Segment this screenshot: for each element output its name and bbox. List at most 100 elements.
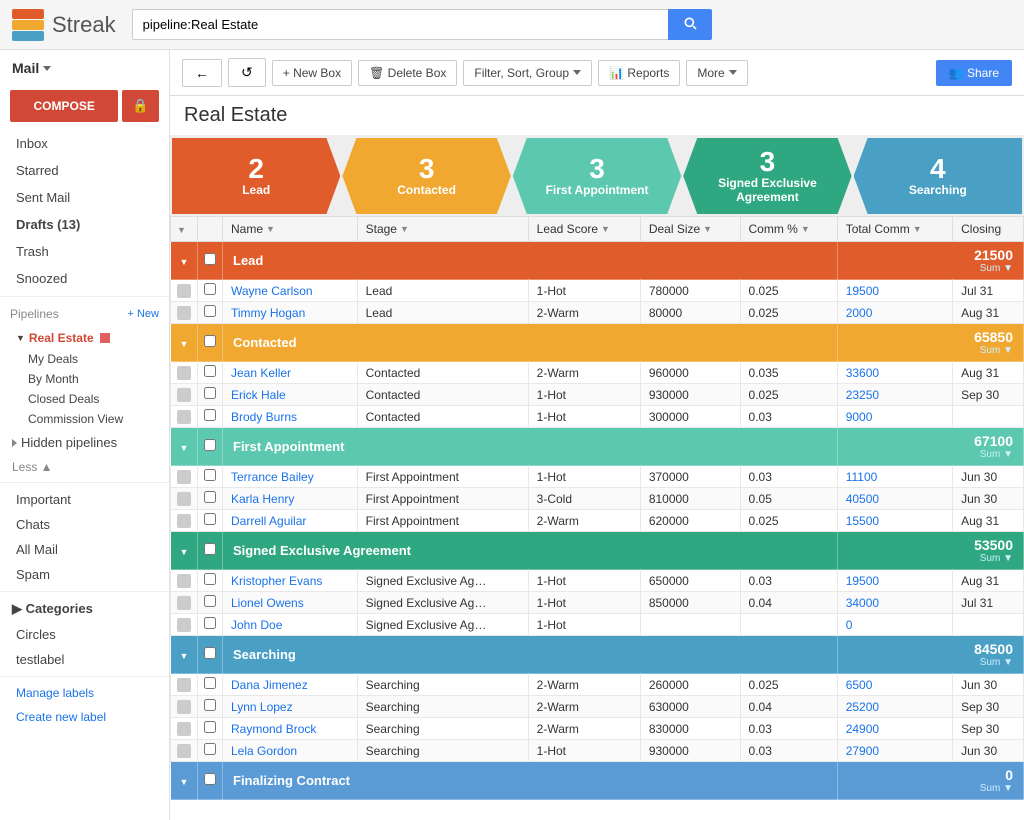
row-name[interactable]: Lela Gordon	[223, 740, 358, 762]
row-expand-icon[interactable]	[171, 718, 198, 740]
group-checkbox-cell[interactable]	[198, 636, 223, 674]
row-expand-icon[interactable]	[171, 280, 198, 302]
stage-searching[interactable]: 4 Searching	[854, 138, 1022, 214]
group-checkbox-cell[interactable]	[198, 428, 223, 466]
hidden-pipelines[interactable]: Hidden pipelines	[0, 429, 169, 456]
row-checkbox[interactable]	[198, 614, 223, 636]
create-label-link[interactable]: Create new label	[0, 705, 169, 729]
row-checkbox[interactable]	[198, 466, 223, 488]
row-name[interactable]: Erick Hale	[223, 384, 358, 406]
th-total-comm[interactable]: Total Comm ▼	[837, 217, 952, 242]
row-name[interactable]: Brody Burns	[223, 406, 358, 428]
row-name[interactable]: Kristopher Evans	[223, 570, 358, 592]
row-name[interactable]: Jean Keller	[223, 362, 358, 384]
reports-button[interactable]: 📊 Reports	[598, 60, 680, 86]
sidebar-item-chats[interactable]: Chats	[0, 512, 169, 537]
sidebar-item-starred[interactable]: Starred	[0, 157, 169, 184]
row-checkbox[interactable]	[198, 406, 223, 428]
back-button[interactable]: ←	[182, 59, 222, 87]
group-collapse-btn[interactable]: ▼	[171, 324, 198, 362]
row-expand-icon[interactable]	[171, 362, 198, 384]
row-name[interactable]: Wayne Carlson	[223, 280, 358, 302]
sidebar-pipeline-real-estate[interactable]: ▼ Real Estate	[0, 327, 169, 349]
row-name[interactable]: John Doe	[223, 614, 358, 636]
row-expand-icon[interactable]	[171, 302, 198, 324]
row-name[interactable]: Timmy Hogan	[223, 302, 358, 324]
row-expand-icon[interactable]	[171, 592, 198, 614]
row-checkbox[interactable]	[198, 302, 223, 324]
group-checkbox-cell[interactable]	[198, 762, 223, 800]
sidebar-item-spam[interactable]: Spam	[0, 562, 169, 587]
row-expand-icon[interactable]	[171, 740, 198, 762]
stage-signed-exclusive[interactable]: 3 Signed Exclusive Agreement	[683, 138, 851, 214]
row-checkbox[interactable]	[198, 488, 223, 510]
row-name[interactable]: Raymond Brock	[223, 718, 358, 740]
row-checkbox[interactable]	[198, 696, 223, 718]
sidebar-item-all-mail[interactable]: All Mail	[0, 537, 169, 562]
row-name[interactable]: Karla Henry	[223, 488, 358, 510]
row-expand-icon[interactable]	[171, 674, 198, 696]
new-pipeline-link[interactable]: + New	[128, 308, 160, 320]
sidebar-sub-my-deals[interactable]: My Deals	[0, 349, 169, 369]
row-name[interactable]: Terrance Bailey	[223, 466, 358, 488]
mail-header[interactable]: Mail	[0, 50, 169, 86]
row-expand-icon[interactable]	[171, 488, 198, 510]
row-checkbox[interactable]	[198, 740, 223, 762]
th-name[interactable]: Name ▼	[223, 217, 358, 242]
sidebar-item-circles[interactable]: Circles	[0, 622, 169, 647]
row-expand-icon[interactable]	[171, 614, 198, 636]
th-comm-pct[interactable]: Comm % ▼	[740, 217, 837, 242]
row-name[interactable]: Darrell Aguilar	[223, 510, 358, 532]
delete-box-button[interactable]: 🗑 Delete Box	[358, 60, 457, 86]
sidebar-item-inbox[interactable]: Inbox	[0, 130, 169, 157]
sidebar-item-important[interactable]: Important	[0, 487, 169, 512]
sidebar-item-trash[interactable]: Trash	[0, 238, 169, 265]
sidebar-item-sent[interactable]: Sent Mail	[0, 184, 169, 211]
categories-section[interactable]: ▶ Categories	[0, 596, 169, 622]
new-box-button[interactable]: + New Box	[272, 60, 352, 86]
group-checkbox-cell[interactable]	[198, 242, 223, 280]
row-name[interactable]: Lynn Lopez	[223, 696, 358, 718]
row-expand-icon[interactable]	[171, 570, 198, 592]
refresh-button[interactable]: ↺	[228, 58, 266, 87]
sidebar-sub-closed-deals[interactable]: Closed Deals	[0, 389, 169, 409]
sidebar-item-snoozed[interactable]: Snoozed	[0, 265, 169, 292]
row-expand-icon[interactable]	[171, 406, 198, 428]
row-name[interactable]: Dana Jimenez	[223, 674, 358, 696]
less-toggle[interactable]: Less ▲	[0, 456, 169, 478]
row-name[interactable]: Lionel Owens	[223, 592, 358, 614]
more-button[interactable]: More	[686, 60, 747, 86]
sidebar-item-drafts[interactable]: Drafts (13)	[0, 211, 169, 238]
th-lead-score[interactable]: Lead Score ▼	[528, 217, 640, 242]
stage-first-appointment[interactable]: 3 First Appointment	[513, 138, 681, 214]
th-deal-size[interactable]: Deal Size ▼	[640, 217, 740, 242]
group-collapse-btn[interactable]: ▼	[171, 762, 198, 800]
row-checkbox[interactable]	[198, 570, 223, 592]
group-collapse-btn[interactable]: ▼	[171, 636, 198, 674]
sidebar-item-testlabel[interactable]: testlabel	[0, 647, 169, 672]
row-expand-icon[interactable]	[171, 384, 198, 406]
row-checkbox[interactable]	[198, 384, 223, 406]
search-button[interactable]	[668, 9, 712, 40]
row-checkbox[interactable]	[198, 674, 223, 696]
row-checkbox[interactable]	[198, 592, 223, 614]
sidebar-sub-by-month[interactable]: By Month	[0, 369, 169, 389]
row-expand-icon[interactable]	[171, 466, 198, 488]
compose-button[interactable]: COMPOSE	[10, 90, 118, 122]
group-collapse-btn[interactable]: ▼	[171, 428, 198, 466]
search-input[interactable]	[132, 9, 668, 40]
lock-button[interactable]: 🔒	[122, 90, 159, 122]
group-collapse-btn[interactable]: ▼	[171, 242, 198, 280]
row-expand-icon[interactable]	[171, 696, 198, 718]
row-checkbox[interactable]	[198, 718, 223, 740]
row-expand-icon[interactable]	[171, 510, 198, 532]
row-checkbox[interactable]	[198, 280, 223, 302]
row-checkbox[interactable]	[198, 362, 223, 384]
stage-contacted[interactable]: 3 Contacted	[342, 138, 510, 214]
sidebar-sub-commission-view[interactable]: Commission View	[0, 409, 169, 429]
share-button[interactable]: 👥 Share	[936, 60, 1012, 86]
filter-sort-button[interactable]: Filter, Sort, Group	[463, 60, 592, 86]
group-checkbox-cell[interactable]	[198, 324, 223, 362]
stage-lead[interactable]: 2 Lead	[172, 138, 340, 214]
row-checkbox[interactable]	[198, 510, 223, 532]
